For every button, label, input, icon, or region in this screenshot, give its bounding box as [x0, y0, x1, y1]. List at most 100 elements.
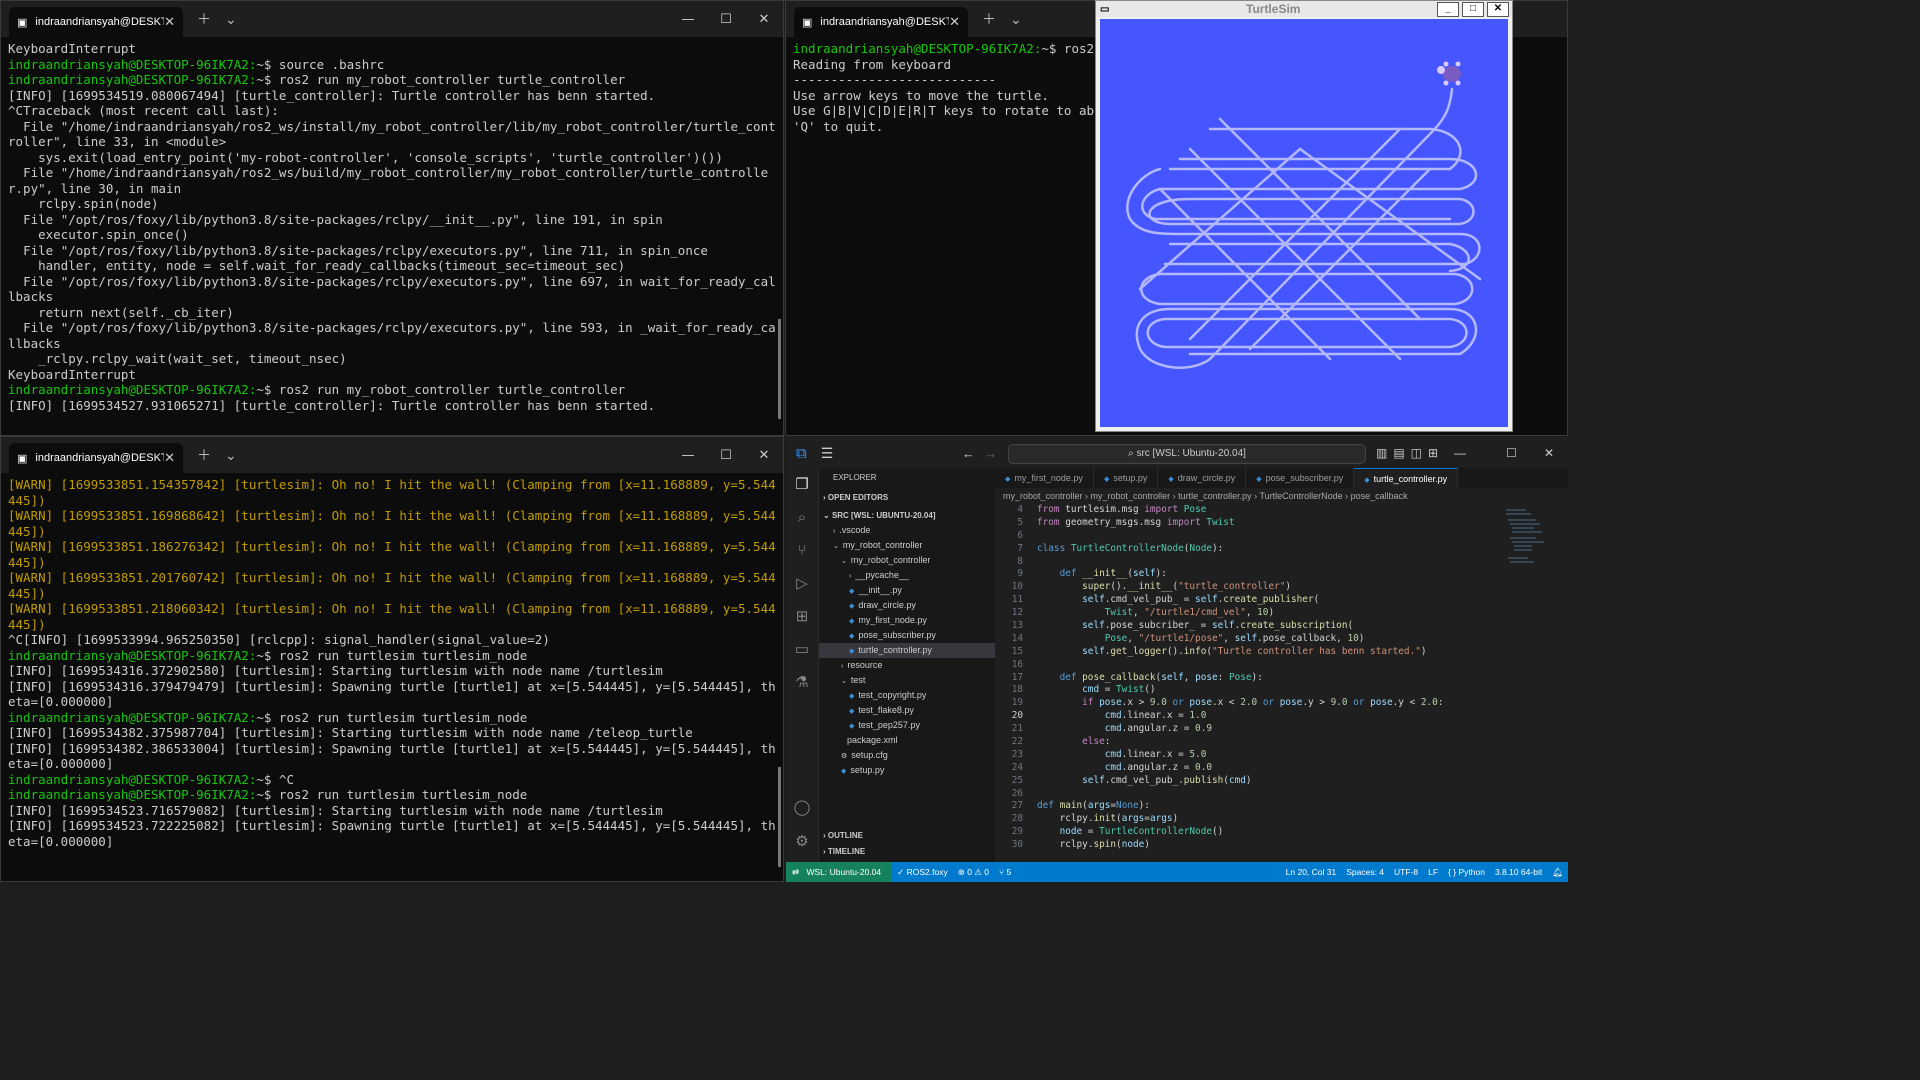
workspace-root[interactable]: ⌄ SRC [WSL: UBUNTU-20.04] — [819, 508, 995, 523]
file-tree-item[interactable]: ◆ my_first_node.py — [819, 613, 995, 628]
code-token: () — [1144, 684, 1156, 696]
file-tree-item[interactable]: ◆ pose_subscriber.py — [819, 628, 995, 643]
code-token: 5.0 — [1189, 748, 1207, 760]
chevron-down-icon[interactable]: ⌄ — [225, 11, 237, 28]
file-tree-item[interactable]: ⌄ my_robot_controller — [819, 553, 995, 568]
terminal-tab[interactable]: ▣ indraandriansyah@DESKTOP- ✕ — [9, 443, 183, 473]
source-control-icon[interactable]: ⑂ — [786, 534, 818, 567]
chevron-down-icon[interactable]: ⌄ — [1010, 11, 1022, 28]
tab-bar: ▣ indraandriansyah@DESKTOP- ✕ ＋ ⌄ — ☐ ✕ — [1, 1, 783, 37]
command-center-search[interactable]: ⌕ src [WSL: Ubuntu-20.04] — [1008, 444, 1366, 464]
minimize-button[interactable]: — — [669, 448, 707, 463]
notifications-bell-icon[interactable]: 🔔︎ — [1552, 867, 1563, 878]
minimize-button[interactable]: _ — [1437, 1, 1459, 17]
ports-status[interactable]: ⑂ 5 — [999, 867, 1011, 877]
new-tab-icon[interactable]: ＋ — [197, 9, 211, 29]
ros-status[interactable]: ✓ ROS2.foxy — [897, 867, 948, 878]
maximize-button[interactable]: ☐ — [707, 448, 745, 463]
vscode-window[interactable]: ⧉ ☰ ← → ⌕ src [WSL: Ubuntu-20.04] ▥▤◫⊞ —… — [786, 438, 1568, 882]
menu-icon[interactable]: ☰ — [821, 445, 834, 462]
title-bar[interactable]: ▭ TurtleSim _ □ ✕ — [1096, 1, 1512, 17]
open-editors-section[interactable]: › OPEN EDITORS — [819, 488, 995, 508]
close-tab-icon[interactable]: ✕ — [949, 14, 960, 30]
new-tab-icon[interactable]: ＋ — [197, 445, 211, 465]
terminal-text: ~$ ros2 run my_robot_controller turtle_c… — [256, 382, 626, 397]
python-interpreter[interactable]: 3.8.10 64-bit — [1495, 867, 1542, 877]
terminal-bottom-left[interactable]: ▣ indraandriansyah@DESKTOP- ✕ ＋ ⌄ — ☐ ✕ … — [0, 436, 784, 882]
file-tree-item[interactable]: ◆ draw_circle.py — [819, 598, 995, 613]
forward-arrow-icon[interactable]: → — [984, 446, 997, 461]
terminal-line: [WARN] [1699533851.169868642] [turtlesim… — [8, 508, 776, 539]
encoding[interactable]: UTF-8 — [1394, 867, 1418, 877]
line-ending[interactable]: LF — [1428, 867, 1438, 877]
close-button[interactable]: ✕ — [1487, 1, 1509, 17]
search-label: src [WSL: Ubuntu-20.04] — [1136, 448, 1246, 459]
problems-status[interactable]: ⊗ 0 ⚠ 0 — [958, 867, 989, 878]
remote-indicator[interactable]: ⇄ WSL: Ubuntu-20.04 — [786, 862, 893, 882]
chevron-down-icon[interactable]: ⌄ — [225, 447, 237, 464]
code-token: .cmd_vel_pub_ = — [1104, 594, 1196, 606]
terminal-icon: ▣ — [17, 452, 28, 465]
file-tree-item[interactable]: › resource — [819, 658, 995, 673]
terminal-top-left[interactable]: ▣ indraandriansyah@DESKTOP- ✕ ＋ ⌄ — ☐ ✕ … — [0, 0, 784, 436]
terminal-line: indraandriansyah@DESKTOP-96IK7A2:~$ ^C — [8, 772, 776, 788]
file-tree-item[interactable]: › .vscode — [819, 523, 995, 538]
run-debug-icon[interactable]: ▷ — [786, 567, 818, 600]
code-editor[interactable]: 4 from turtlesim.msg import Pose 5 from geo… — [995, 504, 1568, 852]
account-icon[interactable]: ◯ — [786, 791, 818, 824]
minimize-button[interactable]: — — [1454, 446, 1466, 460]
remote-explorer-icon[interactable]: ▭ — [786, 633, 818, 666]
testing-icon[interactable]: ⚗ — [786, 666, 818, 699]
search-icon[interactable]: ⌕ — [786, 501, 818, 534]
maximize-button[interactable]: ☐ — [707, 12, 745, 27]
close-tab-icon[interactable]: ✕ — [164, 450, 175, 466]
scrollbar[interactable] — [778, 319, 781, 419]
settings-gear-icon[interactable]: ⚙ — [786, 825, 818, 858]
file-tree-item[interactable]: ◆ test_pep257.py — [819, 718, 995, 733]
file-tree-item[interactable]: ⌄ my_robot_controller — [819, 538, 995, 553]
code-token: ) — [1268, 607, 1275, 619]
new-tab-icon[interactable]: ＋ — [982, 9, 996, 29]
terminal-output[interactable]: [WARN] [1699533851.154357842] [turtlesim… — [1, 473, 783, 849]
minimize-button[interactable]: — — [669, 12, 707, 27]
scrollbar[interactable] — [778, 767, 781, 867]
terminal-line: [INFO] [1699534382.375987704] [turtlesim… — [8, 725, 776, 741]
file-tree-item[interactable]: ◆ setup.py — [819, 763, 995, 778]
turtlesim-window[interactable]: ▭ TurtleSim _ □ ✕ — [1095, 0, 1513, 432]
maximize-button[interactable]: ☐ — [1506, 446, 1517, 460]
close-tab-icon[interactable]: ✕ — [164, 14, 175, 30]
file-tree-item[interactable]: package.xml — [819, 733, 995, 748]
file-tree-item[interactable]: › __pycache__ — [819, 568, 995, 583]
file-tree-item[interactable]: ⌄ test — [819, 673, 995, 688]
cursor-position[interactable]: Ln 20, Col 31 — [1286, 867, 1337, 877]
maximize-button[interactable]: □ — [1462, 1, 1484, 17]
terminal-output[interactable]: KeyboardInterrupt indraandriansyah@DESKTO… — [1, 37, 783, 413]
layout-icons[interactable]: ▥▤◫⊞ — [1376, 446, 1444, 460]
file-tree-item[interactable]: ◆ test_flake8.py — [819, 703, 995, 718]
file-tree-item[interactable]: ◆ __init__.py — [819, 583, 995, 598]
terminal-tab[interactable]: ▣ indraandriansyah@DESKTOP- ✕ — [9, 7, 183, 37]
terminal-tab[interactable]: ▣ indraandriansyah@DESKTOP- ✕ — [794, 7, 968, 37]
close-button[interactable]: ✕ — [1544, 446, 1554, 460]
close-button[interactable]: ✕ — [745, 448, 783, 463]
timeline-section[interactable]: › TIMELINE — [819, 842, 865, 862]
editor-tab[interactable]: ◆ turtle_controller.py — [1354, 468, 1459, 488]
explorer-icon[interactable]: ❐ — [786, 468, 818, 501]
code-token: self — [1037, 594, 1105, 606]
minimap[interactable] — [1506, 508, 1546, 568]
editor-area[interactable]: ◆ my_first_node.py ◆ setup.py ◆ draw_circle.p… — [995, 468, 1568, 862]
file-tree-item[interactable]: ⚙ setup.cfg — [819, 748, 995, 763]
editor-tab[interactable]: ◆ my_first_node.py — [995, 468, 1094, 488]
editor-tab[interactable]: ◆ pose_subscriber.py — [1246, 468, 1355, 488]
terminal-line: _rclpy.rclpy_wait(wait_set, timeout_nsec… — [8, 351, 776, 367]
file-tree-item[interactable]: ◆ test_copyright.py — [819, 688, 995, 703]
back-arrow-icon[interactable]: ← — [962, 446, 975, 461]
extensions-icon[interactable]: ⊞ — [786, 600, 818, 633]
editor-tab[interactable]: ◆ draw_circle.py — [1158, 468, 1247, 488]
indentation[interactable]: Spaces: 4 — [1346, 867, 1384, 877]
close-button[interactable]: ✕ — [745, 12, 783, 27]
breadcrumb[interactable]: my_robot_controller › my_robot_controlle… — [995, 488, 1568, 504]
language-mode[interactable]: { } Python — [1448, 867, 1485, 877]
file-tree-item[interactable]: ◆ turtle_controller.py — [819, 643, 995, 658]
editor-tab[interactable]: ◆ setup.py — [1094, 468, 1159, 488]
